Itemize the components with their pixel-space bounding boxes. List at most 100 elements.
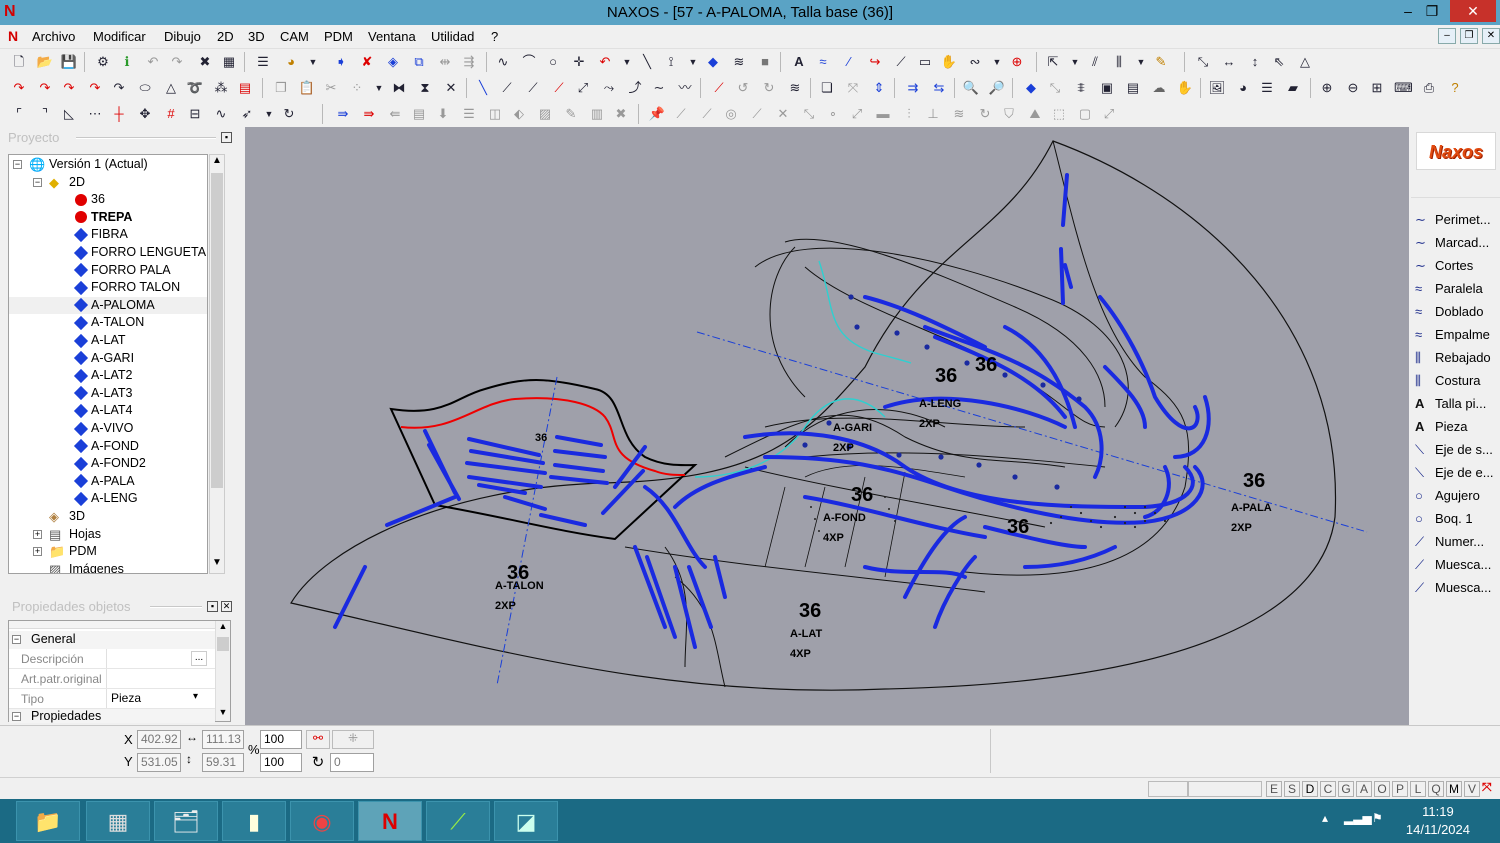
arrows-right-icon[interactable]: ⇛ <box>334 105 352 123</box>
settings-icon[interactable]: ⚙ <box>94 53 112 71</box>
zoom-fit-icon[interactable]: ⊞ <box>1368 79 1386 97</box>
general-collapse-icon[interactable]: − <box>12 635 21 644</box>
properties-scrollbar[interactable]: ▲ ▼ <box>215 621 230 721</box>
zoom-extents-icon[interactable]: ⊖ <box>1344 79 1362 97</box>
line-gray-1-icon[interactable]: ⟋ <box>672 105 690 123</box>
pencil-icon[interactable]: ✎ <box>1152 53 1170 71</box>
menu-help[interactable]: ? <box>491 29 498 44</box>
tool-marcad[interactable]: ∼ Marcad... <box>1415 232 1499 254</box>
line-tool-8-icon[interactable]: ∼ <box>650 79 668 97</box>
duplicate-icon[interactable]: ❏ <box>818 79 836 97</box>
pin-icon[interactable]: 📌 <box>648 105 666 123</box>
curve-icon[interactable]: ∿ <box>494 53 512 71</box>
hook-icon[interactable]: ↪ <box>866 53 884 71</box>
notes-taskbar-icon[interactable]: ◪ <box>494 801 558 841</box>
mode-key-q[interactable]: Q <box>1428 781 1444 797</box>
tree-item[interactable]: ▨ Imágenes <box>9 561 207 573</box>
tree-item[interactable]: A-FOND <box>9 438 207 455</box>
project-tree-scrollbar[interactable]: ▲ ▼ <box>209 154 225 574</box>
globe-icon[interactable]: ◕ <box>1234 79 1252 97</box>
tree-item[interactable]: A-GARI <box>9 350 207 367</box>
wave-gray-icon[interactable]: ≋ <box>950 105 968 123</box>
restore-button[interactable]: ❐ <box>1414 0 1450 22</box>
window-icon[interactable]: ▣ <box>1098 79 1116 97</box>
rect-gray-icon[interactable]: ▨ <box>536 105 554 123</box>
redo-icon[interactable]: ↷ <box>168 53 186 71</box>
ellipse-icon[interactable]: ⬭ <box>136 79 154 97</box>
table-gray-icon[interactable]: ▥ <box>588 105 606 123</box>
arc-icon[interactable]: ↶ <box>596 53 614 71</box>
calculator-taskbar-icon[interactable]: ▦ <box>86 801 150 841</box>
menu-dibujo[interactable]: Dibujo <box>164 29 201 44</box>
layers-icon[interactable]: ☰ <box>254 53 272 71</box>
propiedades-collapse-icon[interactable]: − <box>12 712 21 721</box>
properties-panel-close-button[interactable]: ✕ <box>221 601 232 612</box>
tool-cortes[interactable]: ∼ Cortes <box>1415 255 1499 277</box>
tool-rebajado[interactable]: ⫼ Rebajado <box>1415 347 1499 369</box>
help-icon[interactable]: ? <box>1446 79 1464 97</box>
zoom-in-icon[interactable]: 🔍 <box>962 79 980 97</box>
tree-item[interactable]: A-LAT <box>9 332 207 349</box>
mode-key-a[interactable]: A <box>1356 781 1372 797</box>
line-tool-7-icon[interactable]: ⤴ <box>626 79 644 97</box>
tipo-dropdown-icon[interactable]: ▾ <box>193 691 198 702</box>
diamond-tool-icon[interactable]: ◆ <box>1022 79 1040 97</box>
layer-move-icon[interactable]: ⇶ <box>460 53 478 71</box>
art-patr-field[interactable] <box>106 669 206 688</box>
tool-doblado[interactable]: ≈ Doblado <box>1415 301 1499 323</box>
tree-expander-icon[interactable]: + <box>33 547 42 557</box>
tree-item[interactable]: A-FOND2 <box>9 455 207 472</box>
dot-gray-icon[interactable]: ∘ <box>824 105 842 123</box>
slash-icon[interactable]: ⁄ <box>840 53 858 71</box>
print-icon[interactable]: ⎙ <box>1420 79 1438 97</box>
marker-tool-icon[interactable]: ⊕ <box>1008 53 1026 71</box>
palette-icon[interactable]: ◕ <box>282 53 300 71</box>
pointer-dropdown-icon[interactable]: ▼ <box>260 105 278 123</box>
width-icon[interactable]: ↔ <box>1220 53 1238 71</box>
flip-icon[interactable]: ⧓ <box>390 79 408 97</box>
line-icon[interactable]: ╲ <box>638 53 656 71</box>
cut-scissors-icon[interactable]: ✂ <box>322 79 340 97</box>
pointer-icon[interactable]: ➶ <box>238 105 256 123</box>
general-section[interactable]: − General <box>9 631 215 649</box>
mdi-restore-button[interactable]: ❐ <box>1460 28 1478 44</box>
bucket-gray-icon[interactable]: ⛉ <box>1000 105 1018 123</box>
properties-panel-pin-button[interactable]: ▪ <box>207 601 218 612</box>
scale-x-field[interactable]: 100 <box>260 730 302 749</box>
triangle-icon[interactable]: △ <box>1296 53 1314 71</box>
swirl-icon[interactable]: ∾ <box>966 53 984 71</box>
tool-eje-de-s[interactable]: ⟍ Eje de s... <box>1415 439 1499 461</box>
description-ellipsis-button[interactable]: ... <box>191 651 207 666</box>
dash-gray-icon[interactable]: ⤢ <box>848 105 866 123</box>
line-tool-6-icon[interactable]: ⤳ <box>600 79 618 97</box>
tipo-select[interactable]: Pieza <box>106 689 206 708</box>
info-icon[interactable]: ℹ <box>118 53 136 71</box>
mode-key-o[interactable]: O <box>1374 781 1390 797</box>
hash-icon[interactable]: # <box>162 105 180 123</box>
tool-muesca[interactable]: ⟋ Muesca... <box>1415 554 1499 576</box>
point-icon[interactable]: ◆ <box>704 53 722 71</box>
line-tool-9-icon[interactable]: 〰 <box>676 79 694 97</box>
rotate-right-icon[interactable]: ↻ <box>760 79 778 97</box>
distribute-icon[interactable]: ⩨ <box>1072 79 1090 97</box>
chrome-taskbar-icon[interactable]: ◉ <box>290 801 354 841</box>
menu-2d[interactable]: 2D <box>217 29 234 44</box>
wave-icon[interactable]: ≋ <box>730 53 748 71</box>
snap-mode-icon[interactable]: ⤧ <box>1482 780 1492 795</box>
height-icon[interactable]: ↕ <box>1246 53 1264 71</box>
tree-item[interactable]: A-LAT2 <box>9 367 207 384</box>
tool-eje-de-e[interactable]: ⟍ Eje de e... <box>1415 462 1499 484</box>
line-tool-5-icon[interactable]: ⤢ <box>574 79 592 97</box>
tree-item[interactable]: − ◆ 2D <box>9 174 207 191</box>
mode-key-p[interactable]: P <box>1392 781 1408 797</box>
drawing-canvas[interactable]: 36 A-TALON 2XP 36 A-LAT 4XP 36 A-LENG 2X… <box>245 127 1409 725</box>
tree-item[interactable]: A-PALOMA <box>9 296 207 314</box>
diagonal-icon[interactable]: ⟋ <box>892 53 910 71</box>
delete-piece-icon[interactable]: ✘ <box>358 53 376 71</box>
tree-item[interactable]: A-LAT3 <box>9 385 207 402</box>
cross-gray-icon[interactable]: ✕ <box>774 105 792 123</box>
tree-expander-icon[interactable]: + <box>33 529 42 539</box>
y-coordinate-field[interactable]: 531.05 <box>137 753 181 772</box>
mode-key-l[interactable]: L <box>1410 781 1426 797</box>
box-gray-icon[interactable]: ▢ <box>1076 105 1094 123</box>
